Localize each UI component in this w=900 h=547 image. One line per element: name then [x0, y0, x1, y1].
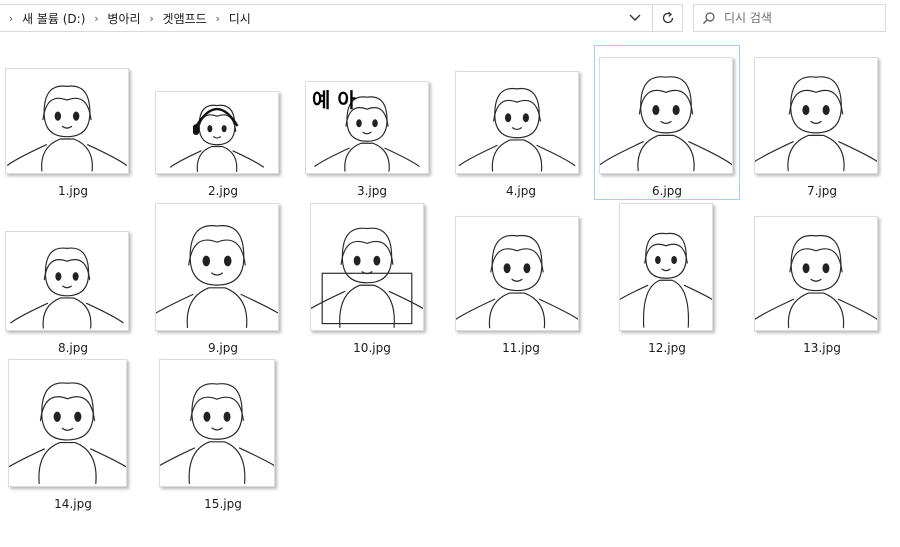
address-history-dropdown[interactable] — [624, 5, 646, 31]
file-thumbnail[interactable] — [599, 57, 733, 174]
file-name: 6.jpg — [651, 184, 683, 198]
file-name: 1.jpg — [57, 184, 89, 198]
file-name: 13.jpg — [803, 341, 841, 355]
file-thumbnail[interactable] — [155, 91, 279, 174]
file-name: 9.jpg — [207, 341, 239, 355]
file-item[interactable]: 14.jpg — [0, 358, 146, 513]
file-thumbnail[interactable] — [754, 216, 878, 331]
thumbnail-image — [6, 85, 128, 172]
search-box[interactable] — [693, 4, 886, 32]
file-thumbnail[interactable] — [5, 68, 129, 174]
chevron-right-icon[interactable]: › — [145, 12, 159, 25]
breadcrumb-item-folder-2[interactable]: 겟앰프드 — [159, 10, 211, 27]
file-item[interactable]: 8.jpg — [0, 202, 146, 357]
search-input[interactable] — [724, 11, 874, 25]
file-item[interactable]: 7.jpg — [749, 45, 895, 200]
thumbnail-image — [160, 383, 274, 484]
thumbnail-image — [755, 234, 877, 329]
refresh-button[interactable] — [652, 5, 682, 31]
search-icon — [694, 5, 724, 31]
thumbnail-image — [458, 87, 576, 172]
file-item[interactable]: 4.jpg — [448, 45, 594, 200]
file-item[interactable]: 11.jpg — [448, 202, 594, 357]
file-name: 10.jpg — [353, 341, 391, 355]
file-item[interactable]: 15.jpg — [150, 358, 296, 513]
file-name: 11.jpg — [502, 341, 540, 355]
file-item[interactable]: 13.jpg — [749, 202, 895, 357]
breadcrumb: › 새 볼륨 (D:) › 병아리 › 겟앰프드 › 디시 — [4, 5, 255, 31]
thumbnail-image — [456, 234, 578, 329]
thumbnail-image — [311, 227, 423, 328]
file-thumbnail[interactable] — [159, 359, 275, 487]
file-name: 7.jpg — [806, 184, 838, 198]
address-bar[interactable]: › 새 볼륨 (D:) › 병아리 › 겟앰프드 › 디시 — [0, 4, 683, 32]
file-name: 3.jpg — [356, 184, 388, 198]
refresh-icon — [662, 11, 673, 24]
chevron-right-icon[interactable]: › — [4, 12, 18, 25]
file-item[interactable]: 예 아 3.jpg — [299, 45, 445, 200]
file-item[interactable]: 6.jpg — [594, 45, 740, 200]
file-item[interactable]: 1.jpg — [0, 45, 146, 200]
chevron-down-icon — [629, 14, 641, 21]
file-thumbnail[interactable] — [5, 231, 129, 331]
breadcrumb-item-drive[interactable]: 새 볼륨 (D:) — [18, 10, 89, 27]
file-thumbnail[interactable] — [455, 71, 579, 174]
file-thumbnail[interactable] — [754, 57, 878, 174]
file-thumbnail[interactable]: 예 아 — [305, 81, 429, 174]
file-thumbnail[interactable] — [310, 203, 424, 331]
file-name: 14.jpg — [54, 497, 92, 511]
file-item[interactable]: 2.jpg — [150, 45, 296, 200]
file-thumbnail[interactable] — [619, 203, 713, 331]
breadcrumb-item-current[interactable]: 디시 — [225, 10, 255, 27]
file-name: 2.jpg — [207, 184, 239, 198]
file-name: 12.jpg — [648, 341, 686, 355]
thumbnail-image — [9, 382, 126, 484]
thumbnail-image — [755, 76, 877, 172]
file-thumbnail[interactable] — [8, 359, 127, 487]
thumbnail-image — [600, 76, 732, 172]
thumbnail-image — [156, 225, 278, 329]
file-grid: 1.jpg 2.jpg 예 아 3.jpg 4.jpg 6.jpg 7.jpg 8.jpg 9.… — [0, 40, 900, 547]
file-thumbnail[interactable] — [155, 203, 279, 331]
file-item[interactable]: 12.jpg — [594, 202, 740, 357]
file-name: 15.jpg — [204, 497, 242, 511]
chevron-right-icon[interactable]: › — [89, 12, 103, 25]
thumbnail-image — [620, 232, 712, 328]
file-item[interactable]: 9.jpg — [150, 202, 296, 357]
thumbnail-image — [10, 247, 124, 329]
file-name: 4.jpg — [505, 184, 537, 198]
thumbnail-image — [170, 104, 264, 172]
file-thumbnail[interactable] — [455, 216, 579, 331]
chevron-right-icon[interactable]: › — [211, 12, 225, 25]
thumbnail-caption: 예 아 — [312, 88, 356, 112]
file-item[interactable]: 10.jpg — [299, 202, 445, 357]
breadcrumb-item-folder-1[interactable]: 병아리 — [103, 10, 144, 27]
file-name: 8.jpg — [57, 341, 89, 355]
